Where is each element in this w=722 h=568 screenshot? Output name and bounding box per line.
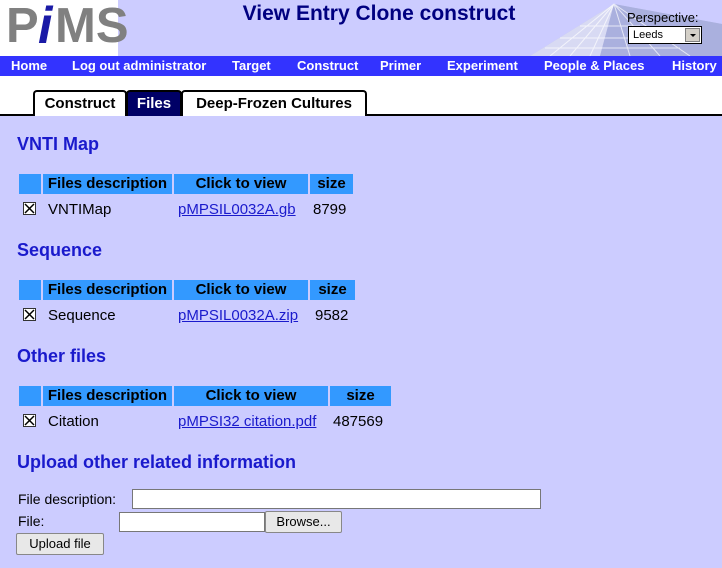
nav-history[interactable]: History bbox=[672, 58, 717, 73]
browse-button[interactable]: Browse... bbox=[265, 511, 342, 533]
nav-primer[interactable]: Primer bbox=[380, 58, 421, 73]
file-icon[interactable] bbox=[23, 308, 36, 321]
page-title: View Entry Clone construct bbox=[242, 2, 516, 25]
pims-logo[interactable]: P i MS bbox=[0, 0, 129, 56]
file-icon[interactable] bbox=[23, 202, 36, 215]
tab-construct[interactable]: Construct bbox=[33, 90, 127, 116]
nav-construct[interactable]: Construct bbox=[297, 58, 358, 73]
nav-people-places[interactable]: People & Places bbox=[544, 58, 644, 73]
table-header-size: size bbox=[310, 280, 355, 300]
file-description-input[interactable] bbox=[132, 489, 541, 509]
file-size: 9582 bbox=[315, 307, 349, 324]
file-size: 8799 bbox=[313, 201, 347, 218]
table-header-description: Files description bbox=[43, 174, 172, 194]
file-path-input[interactable] bbox=[119, 512, 265, 532]
table-header-size: size bbox=[330, 386, 391, 406]
header: P i MS View Entry Clone construct Perspe… bbox=[0, 0, 722, 56]
table-header-click-to-view: Click to view bbox=[174, 386, 328, 406]
section-title-upload: Upload other related information bbox=[17, 452, 297, 472]
file-description: Citation bbox=[48, 413, 99, 430]
tab-files[interactable]: Files bbox=[126, 90, 182, 116]
tab-deep-frozen-cultures[interactable]: Deep-Frozen Cultures bbox=[181, 90, 367, 116]
logo-letters-ms: MS bbox=[55, 0, 129, 53]
section-title-other-files: Other files bbox=[17, 346, 107, 366]
chevron-down-icon[interactable] bbox=[685, 28, 700, 42]
perspective-value: Leeds bbox=[633, 29, 663, 41]
table-header-icon-col bbox=[19, 386, 41, 406]
file-link[interactable]: pMPSIL0032A.gb bbox=[178, 201, 296, 218]
table-header-description: Files description bbox=[43, 280, 172, 300]
section-title-vnti-map: VNTI Map bbox=[17, 134, 100, 154]
table-header-click-to-view: Click to view bbox=[174, 280, 308, 300]
perspective-select[interactable]: Leeds bbox=[628, 26, 702, 44]
file-label: File: bbox=[18, 513, 45, 529]
table-header-icon-col bbox=[19, 280, 41, 300]
nav-experiment[interactable]: Experiment bbox=[447, 58, 518, 73]
table-header-description: Files description bbox=[43, 386, 172, 406]
nav-bar: Home Log out administrator Target Constr… bbox=[0, 56, 722, 76]
table-header-icon-col bbox=[19, 174, 41, 194]
section-title-sequence: Sequence bbox=[17, 240, 103, 260]
table-header-click-to-view: Click to view bbox=[174, 174, 308, 194]
logo-letter-p: P bbox=[6, 0, 39, 53]
table-header-size: size bbox=[310, 174, 353, 194]
nav-target[interactable]: Target bbox=[232, 58, 271, 73]
logo-letter-i: i bbox=[38, 0, 53, 55]
nav-log-out[interactable]: Log out administrator bbox=[72, 58, 206, 73]
file-description: Sequence bbox=[48, 307, 116, 324]
file-description: VNTIMap bbox=[48, 201, 112, 218]
file-link[interactable]: pMPSIL0032A.zip bbox=[178, 307, 298, 324]
perspective-label: Perspective: bbox=[627, 10, 699, 25]
file-link[interactable]: pMPSI32 citation.pdf bbox=[178, 413, 316, 430]
file-size: 487569 bbox=[333, 413, 384, 430]
upload-file-button[interactable]: Upload file bbox=[16, 533, 104, 555]
file-description-label: File description: bbox=[18, 491, 117, 507]
file-icon[interactable] bbox=[23, 414, 36, 427]
nav-home[interactable]: Home bbox=[11, 58, 47, 73]
